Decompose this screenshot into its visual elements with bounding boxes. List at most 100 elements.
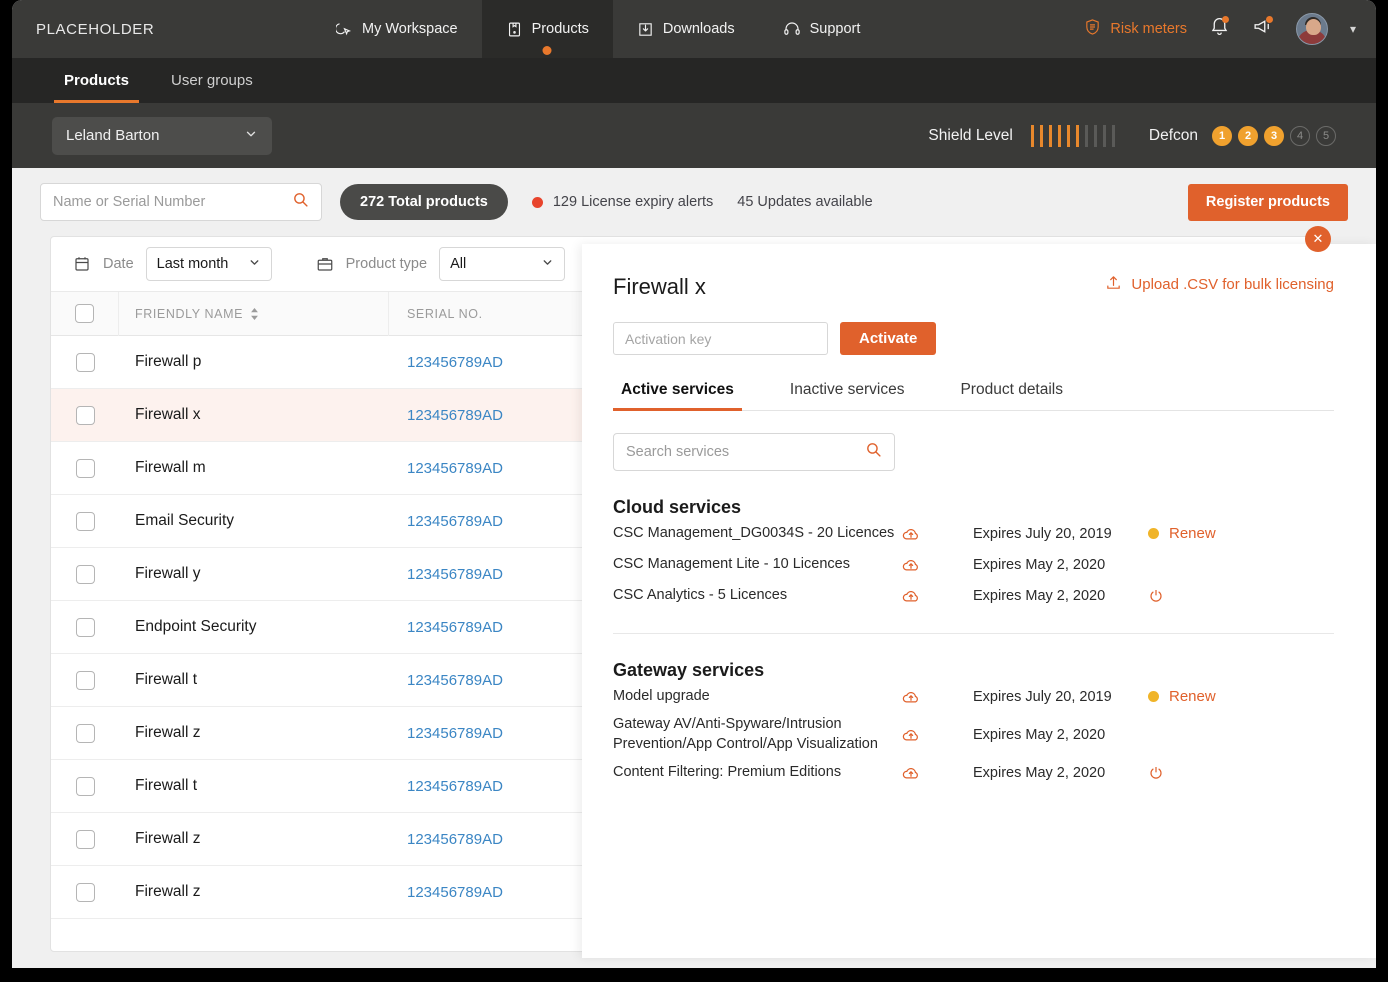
cloud-upload-icon[interactable] bbox=[901, 688, 973, 706]
row-checkbox[interactable] bbox=[75, 458, 95, 478]
calendar-icon bbox=[73, 255, 91, 273]
download-icon bbox=[637, 21, 654, 38]
tab-products[interactable]: Products bbox=[54, 58, 140, 103]
row-checkbox[interactable] bbox=[75, 352, 95, 372]
defcon-level-3[interactable]: 3 bbox=[1264, 125, 1284, 146]
chevron-down-icon[interactable]: ▾ bbox=[1350, 22, 1356, 36]
announcement-badge bbox=[1265, 16, 1273, 23]
row-friendly-name: Firewall y bbox=[135, 565, 201, 582]
cloud-upload-icon[interactable] bbox=[901, 525, 973, 543]
service-name: Gateway AV/Anti-Spyware/Intrusion Preven… bbox=[613, 716, 878, 752]
tab-product-details[interactable]: Product details bbox=[952, 381, 1071, 410]
cloud-upload-icon[interactable] bbox=[901, 726, 973, 744]
risk-meters-button[interactable]: Risk meters bbox=[1084, 18, 1187, 40]
renew-link[interactable]: Renew bbox=[1169, 688, 1216, 705]
cursor-icon bbox=[336, 21, 353, 38]
row-checkbox[interactable] bbox=[75, 564, 95, 584]
nav-right-group: Risk meters ▾ bbox=[1084, 0, 1376, 58]
close-panel-button[interactable]: ✕ bbox=[1305, 226, 1331, 252]
upload-csv-link[interactable]: Upload .CSV for bulk licensing bbox=[1105, 274, 1334, 295]
user-selector-dropdown[interactable]: Leland Barton bbox=[52, 116, 272, 155]
chevron-down-icon bbox=[541, 256, 554, 273]
search-icon[interactable] bbox=[865, 441, 882, 463]
tab-inactive-services[interactable]: Inactive services bbox=[782, 381, 913, 410]
nav-label: My Workspace bbox=[362, 21, 458, 37]
shield-level-bars bbox=[1030, 124, 1115, 147]
row-checkbox[interactable] bbox=[75, 511, 95, 531]
power-icon[interactable] bbox=[1148, 765, 1164, 781]
avatar[interactable] bbox=[1295, 13, 1328, 45]
alert-dot-icon bbox=[531, 196, 543, 208]
service-name: Model upgrade bbox=[613, 687, 710, 704]
activate-button[interactable]: Activate bbox=[840, 322, 937, 355]
row-checkbox[interactable] bbox=[75, 405, 95, 425]
row-select-cell bbox=[51, 882, 119, 902]
license-expiry-label: 129 License expiry alerts bbox=[552, 194, 714, 210]
tab-active-services[interactable]: Active services bbox=[613, 381, 742, 411]
license-expiry-alerts[interactable]: 129 License expiry alerts bbox=[531, 194, 714, 210]
row-checkbox[interactable] bbox=[75, 776, 95, 796]
primary-nav-items: My Workspace Products Downloads Support bbox=[312, 0, 884, 58]
total-products-pill[interactable]: 272 Total products bbox=[340, 184, 508, 220]
row-checkbox[interactable] bbox=[75, 617, 95, 637]
row-friendly-name: Firewall z bbox=[135, 830, 201, 847]
row-friendly-name: Firewall t bbox=[135, 777, 198, 794]
defcon-levels: 1 2 3 4 5 bbox=[1212, 125, 1336, 146]
defcon-level-4[interactable]: 4 bbox=[1290, 125, 1310, 146]
sub-navigation-bar: Products User groups bbox=[12, 58, 1376, 103]
search-icon[interactable] bbox=[292, 191, 309, 213]
chevron-down-icon bbox=[244, 127, 258, 145]
announcements-button[interactable] bbox=[1252, 16, 1274, 42]
service-name: CSC Management Lite - 10 Licences bbox=[613, 555, 850, 572]
service-row[interactable]: CSC Analytics - 5 Licences Expires May 2… bbox=[613, 580, 1334, 611]
power-icon[interactable] bbox=[1148, 588, 1164, 604]
row-friendly-name: Firewall t bbox=[135, 671, 198, 688]
upload-icon bbox=[1105, 274, 1122, 295]
service-row[interactable]: Content Filtering: Premium Editions Expi… bbox=[613, 757, 1334, 788]
defcon-level-2[interactable]: 2 bbox=[1238, 125, 1258, 146]
row-checkbox[interactable] bbox=[75, 829, 95, 849]
search-input[interactable] bbox=[53, 194, 284, 210]
product-detail-panel: ✕ Firewall x Upload .CSV for bulk licens… bbox=[582, 226, 1376, 958]
package-icon bbox=[506, 21, 523, 38]
activation-key-input[interactable] bbox=[613, 322, 828, 355]
renew-link[interactable]: Renew bbox=[1169, 525, 1216, 542]
notifications-button[interactable] bbox=[1209, 16, 1230, 42]
product-search-box[interactable] bbox=[40, 183, 322, 221]
column-header-friendly-name[interactable]: FRIENDLY NAME bbox=[119, 291, 389, 336]
nav-item-my-workspace[interactable]: My Workspace bbox=[312, 0, 482, 58]
service-row[interactable]: Gateway AV/Anti-Spyware/Intrusion Preven… bbox=[613, 712, 1334, 757]
nav-label: Support bbox=[809, 21, 861, 37]
nav-item-support[interactable]: Support bbox=[759, 0, 885, 58]
row-checkbox[interactable] bbox=[75, 882, 95, 902]
row-checkbox[interactable] bbox=[75, 723, 95, 743]
nav-item-products[interactable]: Products bbox=[481, 0, 613, 58]
tab-label: Active services bbox=[621, 381, 734, 398]
defcon-level-5[interactable]: 5 bbox=[1316, 125, 1336, 146]
service-row[interactable]: CSC Management Lite - 10 Licences Expire… bbox=[613, 549, 1334, 580]
product-type-filter-select[interactable]: All bbox=[439, 247, 566, 281]
defcon-level-1[interactable]: 1 bbox=[1212, 125, 1232, 146]
service-name: CSC Analytics - 5 Licences bbox=[613, 586, 788, 603]
cloud-upload-icon[interactable] bbox=[901, 556, 973, 574]
products-toolbar: 272 Total products 129 License expiry al… bbox=[12, 168, 1376, 236]
register-products-button[interactable]: Register products bbox=[1187, 183, 1348, 221]
services-search-input[interactable] bbox=[626, 444, 857, 460]
service-row[interactable]: Model upgrade Expires July 20, 2019 Rene… bbox=[613, 681, 1334, 712]
risk-meters-label: Risk meters bbox=[1110, 21, 1187, 37]
service-name: CSC Management_DG0034S - 20 Licences bbox=[613, 524, 895, 541]
date-filter-select[interactable]: Last month bbox=[145, 247, 272, 281]
nav-item-downloads[interactable]: Downloads bbox=[613, 0, 759, 58]
cloud-upload-icon[interactable] bbox=[901, 587, 973, 605]
tab-user-groups[interactable]: User groups bbox=[161, 58, 263, 103]
briefcase-icon bbox=[316, 255, 334, 273]
select-all-checkbox[interactable] bbox=[75, 304, 94, 323]
row-checkbox[interactable] bbox=[75, 670, 95, 690]
product-type-filter-label: Product type bbox=[345, 256, 428, 272]
shield-level-meter: Shield Level bbox=[928, 124, 1115, 147]
service-status: Renew bbox=[1148, 688, 1216, 705]
services-search-box[interactable] bbox=[613, 433, 895, 471]
updates-available[interactable]: 45 Updates available bbox=[737, 194, 872, 210]
service-row[interactable]: CSC Management_DG0034S - 20 Licences Exp… bbox=[613, 518, 1334, 549]
cloud-upload-icon[interactable] bbox=[901, 764, 973, 782]
